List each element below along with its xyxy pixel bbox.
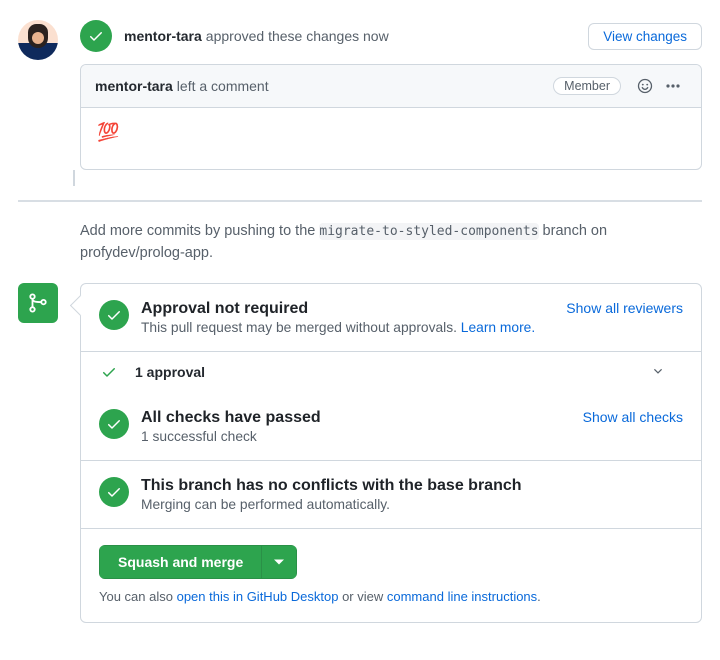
avatar[interactable] <box>18 20 58 60</box>
conflicts-section: This branch has no conflicts with the ba… <box>81 460 701 528</box>
branch-name: migrate-to-styled-components <box>319 223 538 240</box>
check-icon <box>101 364 117 380</box>
add-reaction-icon[interactable] <box>631 75 659 97</box>
comment-action-text: left a comment <box>177 78 269 94</box>
kebab-menu-icon[interactable] <box>659 75 687 97</box>
checks-section: All checks have passed 1 successful chec… <box>81 393 701 460</box>
squash-and-merge-button[interactable]: Squash and merge <box>99 545 262 579</box>
chevron-down-icon <box>651 364 683 381</box>
review-author[interactable]: mentor-tara <box>124 28 202 44</box>
show-all-reviewers-link[interactable]: Show all reviewers <box>566 300 683 316</box>
command-line-instructions-link[interactable]: command line instructions <box>387 589 537 604</box>
checks-title: All checks have passed <box>141 409 575 427</box>
conflicts-title: This branch has no conflicts with the ba… <box>141 477 683 495</box>
approval-title: Approval not required <box>141 300 558 318</box>
merge-hint: You can also open this in GitHub Desktop… <box>99 589 683 604</box>
comment-box: mentor-tara left a comment Member 💯 <box>80 64 702 170</box>
push-hint: Add more commits by pushing to the migra… <box>80 220 702 265</box>
conflicts-subtitle: Merging can be performed automatically. <box>141 497 683 512</box>
comment-author[interactable]: mentor-tara <box>95 78 173 94</box>
approval-subtitle: This pull request may be merged without … <box>141 320 558 335</box>
learn-more-link[interactable]: Learn more. <box>461 320 535 335</box>
review-action-text: approved these changes now <box>206 28 389 44</box>
checks-subtitle: 1 successful check <box>141 429 575 444</box>
timeline-divider <box>18 200 702 202</box>
comment-body: 💯 <box>81 108 701 169</box>
merge-method-dropdown-button[interactable] <box>262 545 297 579</box>
approval-section: Approval not required This pull request … <box>81 284 701 351</box>
member-badge: Member <box>553 77 621 95</box>
merge-action-section: Squash and merge You can also open this … <box>81 528 701 622</box>
merge-panel: Approval not required This pull request … <box>80 283 702 623</box>
show-all-checks-link[interactable]: Show all checks <box>583 409 683 425</box>
open-in-desktop-link[interactable]: open this in GitHub Desktop <box>177 589 339 604</box>
check-icon <box>99 300 129 330</box>
caret-down-icon <box>274 557 284 567</box>
approval-count-label: 1 approval <box>135 364 205 380</box>
approval-count-row[interactable]: 1 approval <box>81 351 701 393</box>
git-merge-icon <box>18 283 58 323</box>
repo-name: profydev/prolog-app <box>80 245 209 261</box>
check-icon <box>99 409 129 439</box>
check-icon <box>99 477 129 507</box>
view-changes-button[interactable]: View changes <box>588 23 702 50</box>
approved-check-icon <box>80 20 112 52</box>
comment-header: mentor-tara left a comment Member <box>81 65 701 108</box>
